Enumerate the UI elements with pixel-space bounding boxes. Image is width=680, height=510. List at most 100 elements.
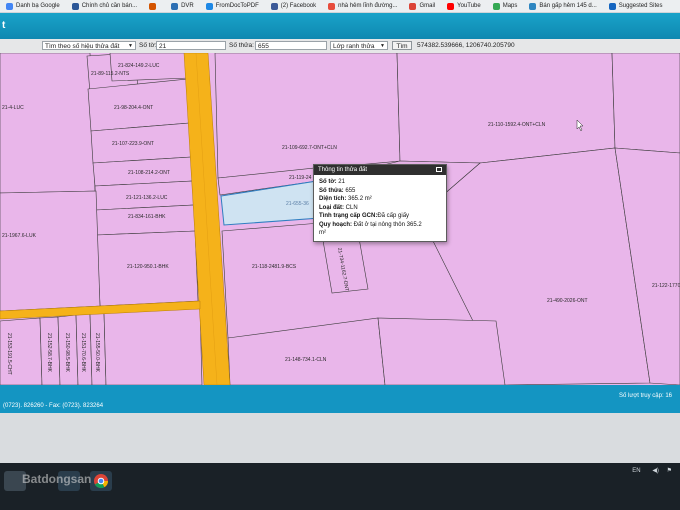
bookmark-item[interactable]: nhà hẻm lĩnh đường... <box>328 2 398 10</box>
parcel-label: 21-119-24 <box>289 175 312 181</box>
bookmark-item[interactable]: Chính chủ cần bán... <box>71 2 138 10</box>
bookmark-label: Chính chủ cần bán... <box>81 3 138 9</box>
layer-select-label: Lớp ranh thửa <box>333 43 375 50</box>
bookmark-item[interactable]: FromDocToPDF <box>205 2 259 10</box>
parcel-info-popup: Thông tin thửa đất Số tờ: 21 Số thửa: 65… <box>313 164 447 242</box>
search-mode-select[interactable]: Tìm theo số hiệu thửa đất ▼ <box>42 41 136 50</box>
app-header: t <box>0 13 680 39</box>
language-indicator[interactable]: EN <box>632 468 640 474</box>
bookmark-icon <box>529 2 537 10</box>
so-to-input[interactable]: 21 <box>156 41 226 50</box>
chrome-icon[interactable] <box>90 471 112 491</box>
so-thua-label: Số thửa: <box>229 42 254 49</box>
bookmark-label: Suggested Sites <box>618 3 663 9</box>
parcel-label: 21-155-50.0-BHK <box>94 333 100 373</box>
popup-value: Đã cấp giấy <box>377 213 410 219</box>
app-title: t <box>2 20 6 31</box>
contacts-icon <box>6 2 13 10</box>
parcel-label: 21-4-LUC <box>2 105 24 111</box>
parcel-label: 21-118-2481.9-BCS <box>252 264 297 270</box>
popup-value: 655 <box>343 187 356 194</box>
parcel-label: 21-122-1770 <box>652 283 680 289</box>
speaker-icon[interactable]: ◀) <box>652 468 659 474</box>
bookmark-label: nhà hẻm lĩnh đường... <box>338 3 398 9</box>
popup-row: Tình trạng cấp GCN:Đã cấp giấy <box>314 212 446 221</box>
parcel-label: 21-152-58.7-BHK <box>46 333 52 373</box>
parcel-label: 21-148-734.1-CLN <box>285 357 327 363</box>
parcel-label: 21-98-204.4-ONT <box>114 105 153 111</box>
system-tray: EN ◀) ⚑ <box>632 467 672 474</box>
layer-select[interactable]: Lớp ranh thửa ▼ <box>330 41 388 50</box>
parcel-label: 21-655-36 <box>286 201 309 207</box>
parcel-21-rightstrip[interactable] <box>377 317 506 385</box>
parcel-21-1967[interactable] <box>0 190 101 312</box>
bookmark-label: YouTube <box>457 3 481 9</box>
search-mode-label: Tìm theo số hiệu thửa đất <box>45 43 120 50</box>
bookmark-item[interactable]: DVR <box>171 2 194 10</box>
parcel-21-bottom[interactable] <box>103 307 203 385</box>
parcel-label: 21-89-115.2-NTS <box>91 71 130 77</box>
parcel-label: 21-121-136.2-LUC <box>126 195 168 201</box>
bookmark-label: Bán gấp hẻm 145 d... <box>539 3 597 9</box>
flag-icon[interactable]: ⚑ <box>667 468 672 474</box>
parcel-label: 21-110-1592.4-ONT+CLN <box>488 122 546 128</box>
music-icon <box>149 2 157 10</box>
maximize-icon[interactable] <box>436 167 442 172</box>
bookmark-item[interactable] <box>149 2 159 10</box>
so-thua-input[interactable]: 655 <box>255 41 327 50</box>
bookmark-label: Danh bạ Google <box>16 3 60 9</box>
popup-key: Diện tích: <box>319 196 347 202</box>
parcel-label: 21-834-161-BHK <box>128 214 166 220</box>
popup-title: Thông tin thửa đất <box>318 167 368 173</box>
status-bar: Số lượt truy cập: 16 (0723). 826260 - Fa… <box>0 385 680 413</box>
bookmark-item[interactable]: Suggested Sites <box>608 2 663 10</box>
parcel-21-834[interactable] <box>95 204 196 236</box>
popup-key: Số thửa: <box>319 187 344 194</box>
parcel-21-109[interactable] <box>214 53 401 179</box>
bookmark-icon <box>71 2 79 10</box>
chevron-down-icon: ▼ <box>128 43 133 49</box>
bookmark-label: FromDocToPDF <box>215 3 259 9</box>
gmail-icon <box>409 2 417 10</box>
parcel-label: 21-108-214.2-ONT <box>128 170 170 176</box>
desktop-area <box>0 413 680 463</box>
popup-key: Tình trạng cấp GCN: <box>319 213 378 219</box>
coordinate-readout: 574382.539666, 1206740.205790 <box>417 42 515 49</box>
parcel-label: 21-824-149.2-LUC <box>118 63 160 69</box>
chrome-logo-icon <box>94 474 109 489</box>
search-toolbar: Tìm theo số hiệu thửa đất ▼ Số tờ: 21 Số… <box>0 39 680 54</box>
bookmark-item[interactable]: (2) Facebook <box>270 2 317 10</box>
parcel-label: 21-151-70.6-BHK <box>80 333 86 373</box>
parcel-label: 21-109-692.7-ONT+CLN <box>282 145 337 151</box>
bookmark-label: (2) Facebook <box>280 3 317 9</box>
popup-row: Quy hoạch: Đất ở tại nông thôn 365.2 <box>314 221 446 230</box>
popup-header: Thông tin thửa đất <box>314 165 446 175</box>
bookmark-label: Maps <box>502 3 518 9</box>
parcel-label: 21-1967.6-LUK <box>2 233 37 239</box>
globe-icon <box>171 2 179 10</box>
bookmark-item[interactable]: Gmail <box>409 2 436 10</box>
search-button[interactable]: Tìm <box>392 41 412 50</box>
bookmark-icon <box>328 2 336 10</box>
facebook-icon <box>270 2 278 10</box>
parcel-21-4[interactable] <box>0 53 96 194</box>
parcel-21-110[interactable] <box>396 53 616 164</box>
bookmark-item[interactable]: Danh bạ Google <box>6 2 60 10</box>
watermark-logo: Batdongsan <box>22 472 92 486</box>
chevron-down-icon: ▼ <box>380 43 385 49</box>
ie-icon <box>608 2 616 10</box>
popup-value: 21 <box>336 179 345 185</box>
popup-row: Loại đất: CLN <box>314 204 446 213</box>
bookmark-item[interactable]: YouTube <box>447 2 481 10</box>
parcel-label: 21-153-191.5-CHT <box>6 333 12 375</box>
bookmark-label: Gmail <box>419 3 436 9</box>
bookmark-label: DVR <box>181 3 194 9</box>
popup-row: Số tờ: 21 <box>314 178 446 187</box>
bookmark-item[interactable]: Bán gấp hẻm 145 d... <box>529 2 597 10</box>
parcel-label: 21-120-950.1-BHK <box>127 264 169 270</box>
screen: Danh bạ Google Chính chủ cần bán... DVR Fro… <box>0 0 680 510</box>
maps-icon <box>492 2 500 10</box>
visit-counter: Số lượt truy cập: 16 <box>619 393 672 399</box>
parcel-21-612[interactable] <box>611 53 680 154</box>
bookmark-item[interactable]: Maps <box>492 2 518 10</box>
